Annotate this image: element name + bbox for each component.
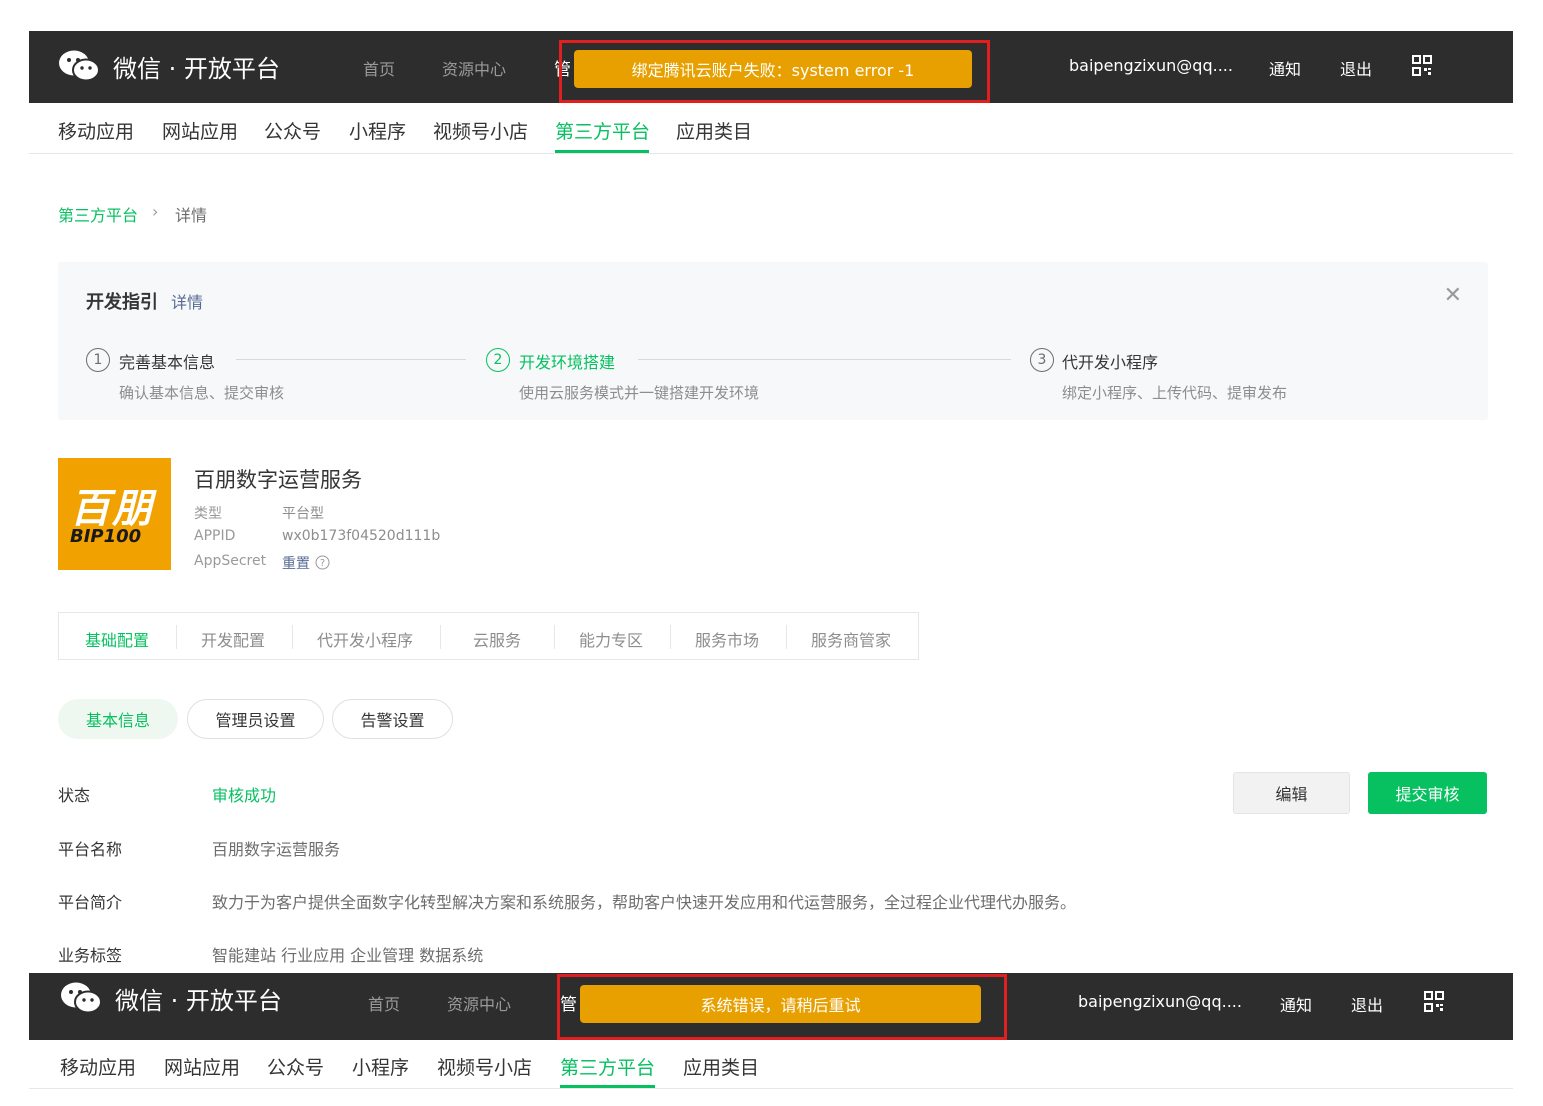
user-account[interactable]: baipengzixun@qq.... <box>1078 992 1242 1011</box>
subnav-official-account[interactable]: 公众号 <box>264 117 321 144</box>
config-tabs: 基础配置 开发配置 代开发小程序 云服务 能力专区 服务市场 服务商管家 <box>58 612 919 660</box>
step-3-number: 3 <box>1030 348 1054 372</box>
nav-notify[interactable]: 通知 <box>1280 992 1312 1016</box>
step-connector <box>638 359 1011 360</box>
dev-guide-card: 开发指引 详情 ✕ 1 完善基本信息 确认基本信息、提交审核 2 开发环境搭建 … <box>58 262 1488 420</box>
app-name: 百朋数字运营服务 <box>194 468 362 492</box>
edit-button[interactable]: 编辑 <box>1233 772 1350 814</box>
breadcrumb-separator-icon: › <box>152 202 159 221</box>
business-tags-value: 智能建站 行业应用 企业管理 数据系统 <box>212 946 484 965</box>
nav-resource-center[interactable]: 资源中心 <box>447 991 511 1015</box>
nav-resource-center[interactable]: 资源中心 <box>442 56 506 80</box>
step-1-title: 完善基本信息 <box>119 353 216 372</box>
sub-nav: 移动应用 网站应用 公众号 小程序 视频号小店 第三方平台 应用类目 <box>29 103 1513 154</box>
tab-divider <box>292 625 293 649</box>
step-2-title: 开发环境搭建 <box>519 353 616 372</box>
tab-divider <box>440 625 441 649</box>
subnav-third-party[interactable]: 第三方平台 <box>555 117 650 144</box>
tab-service-steward[interactable]: 服务商管家 <box>811 627 891 651</box>
subnav-channels-store[interactable]: 视频号小店 <box>433 117 528 144</box>
wechat-logo-icon <box>57 48 103 84</box>
step-1-desc: 确认基本信息、提交审核 <box>119 384 285 402</box>
subnav-website-app[interactable]: 网站应用 <box>164 1053 240 1080</box>
step-3-desc: 绑定小程序、上传代码、提审发布 <box>1062 384 1288 402</box>
brand-logo[interactable]: 微信 · 开放平台 <box>57 48 280 84</box>
status-value: 审核成功 <box>212 786 277 805</box>
nav-logout[interactable]: 退出 <box>1340 56 1372 80</box>
subnav-official-account[interactable]: 公众号 <box>267 1053 324 1080</box>
active-tab-underline <box>560 1085 655 1088</box>
subnav-app-category[interactable]: 应用类目 <box>683 1053 759 1080</box>
breadcrumb-root[interactable]: 第三方平台 <box>58 202 138 226</box>
pill-alert-settings[interactable]: 告警设置 <box>332 699 453 739</box>
submit-review-button[interactable]: 提交审核 <box>1368 772 1487 814</box>
tab-capability-zone[interactable]: 能力专区 <box>579 627 643 651</box>
tab-service-market[interactable]: 服务市场 <box>695 627 759 651</box>
subnav-third-party[interactable]: 第三方平台 <box>560 1053 655 1080</box>
platform-name-value: 百朋数字运营服务 <box>212 840 341 859</box>
tab-divider <box>670 625 671 649</box>
nav-home[interactable]: 首页 <box>363 56 395 80</box>
guide-title: 开发指引 <box>86 292 158 313</box>
type-value: 平台型 <box>282 506 324 522</box>
appid-label: APPID <box>194 528 236 544</box>
tab-proxy-mini-program[interactable]: 代开发小程序 <box>317 627 413 651</box>
appid-value: wx0b173f04520d111b <box>282 528 441 544</box>
sub-nav-second: 移动应用 网站应用 公众号 小程序 视频号小店 第三方平台 应用类目 <box>29 1040 1513 1089</box>
status-label: 状态 <box>58 786 91 805</box>
app-logo-text-en: BIP100 <box>70 526 142 547</box>
highlight-box <box>559 40 990 103</box>
step-2-number: 2 <box>486 348 510 372</box>
wechat-logo-icon <box>59 980 105 1016</box>
brand-title: 微信 · 开放平台 <box>115 986 282 1015</box>
brand-title: 微信 · 开放平台 <box>113 54 280 83</box>
appsecret-reset-link[interactable]: 重置 <box>282 553 310 573</box>
subnav-mini-program[interactable]: 小程序 <box>352 1053 409 1080</box>
tab-divider <box>786 625 787 649</box>
breadcrumb-current: 详情 <box>175 206 208 225</box>
step-3-title: 代开发小程序 <box>1062 353 1159 372</box>
pill-admin-settings[interactable]: 管理员设置 <box>187 699 324 739</box>
platform-name-label: 平台名称 <box>58 840 123 859</box>
platform-intro-label: 平台简介 <box>58 893 123 912</box>
nav-notify[interactable]: 通知 <box>1269 56 1301 80</box>
type-label: 类型 <box>194 506 222 522</box>
pill-basic-info[interactable]: 基本信息 <box>58 699 178 739</box>
subnav-channels-store[interactable]: 视频号小店 <box>437 1053 532 1080</box>
step-connector <box>236 359 466 360</box>
tab-dev-config[interactable]: 开发配置 <box>201 627 265 651</box>
active-tab-underline <box>555 150 649 153</box>
subnav-mobile-app[interactable]: 移动应用 <box>58 117 134 144</box>
tab-divider <box>554 625 555 649</box>
step-1-number: 1 <box>86 348 110 372</box>
platform-intro-value: 致力于为客户提供全面数字化转型解决方案和系统服务，帮助客户快速开发应用和代运营服… <box>212 893 1077 912</box>
appsecret-label: AppSecret <box>194 553 267 569</box>
svg-text:?: ? <box>320 558 325 569</box>
nav-home[interactable]: 首页 <box>368 991 400 1015</box>
nav-logout[interactable]: 退出 <box>1351 992 1383 1016</box>
highlight-box <box>557 974 1007 1040</box>
business-tags-label: 业务标签 <box>58 946 123 965</box>
brand-logo[interactable]: 微信 · 开放平台 <box>59 980 282 1016</box>
subnav-mobile-app[interactable]: 移动应用 <box>60 1053 136 1080</box>
subnav-app-category[interactable]: 应用类目 <box>676 117 752 144</box>
tab-cloud-service[interactable]: 云服务 <box>473 627 521 651</box>
qrcode-icon[interactable] <box>1424 991 1444 1017</box>
tab-divider <box>176 625 177 649</box>
help-circle-icon[interactable]: ? <box>315 555 330 574</box>
qrcode-icon[interactable] <box>1412 55 1432 81</box>
subnav-website-app[interactable]: 网站应用 <box>162 117 238 144</box>
step-2-desc: 使用云服务模式并一键搭建开发环境 <box>519 384 760 402</box>
guide-detail-link[interactable]: 详情 <box>171 289 203 313</box>
tab-basic-config[interactable]: 基础配置 <box>85 627 149 651</box>
user-account[interactable]: baipengzixun@qq.... <box>1069 56 1233 75</box>
close-icon[interactable]: ✕ <box>1444 283 1462 308</box>
app-logo: 百朋 BIP100 <box>58 458 171 570</box>
subnav-mini-program[interactable]: 小程序 <box>349 117 406 144</box>
